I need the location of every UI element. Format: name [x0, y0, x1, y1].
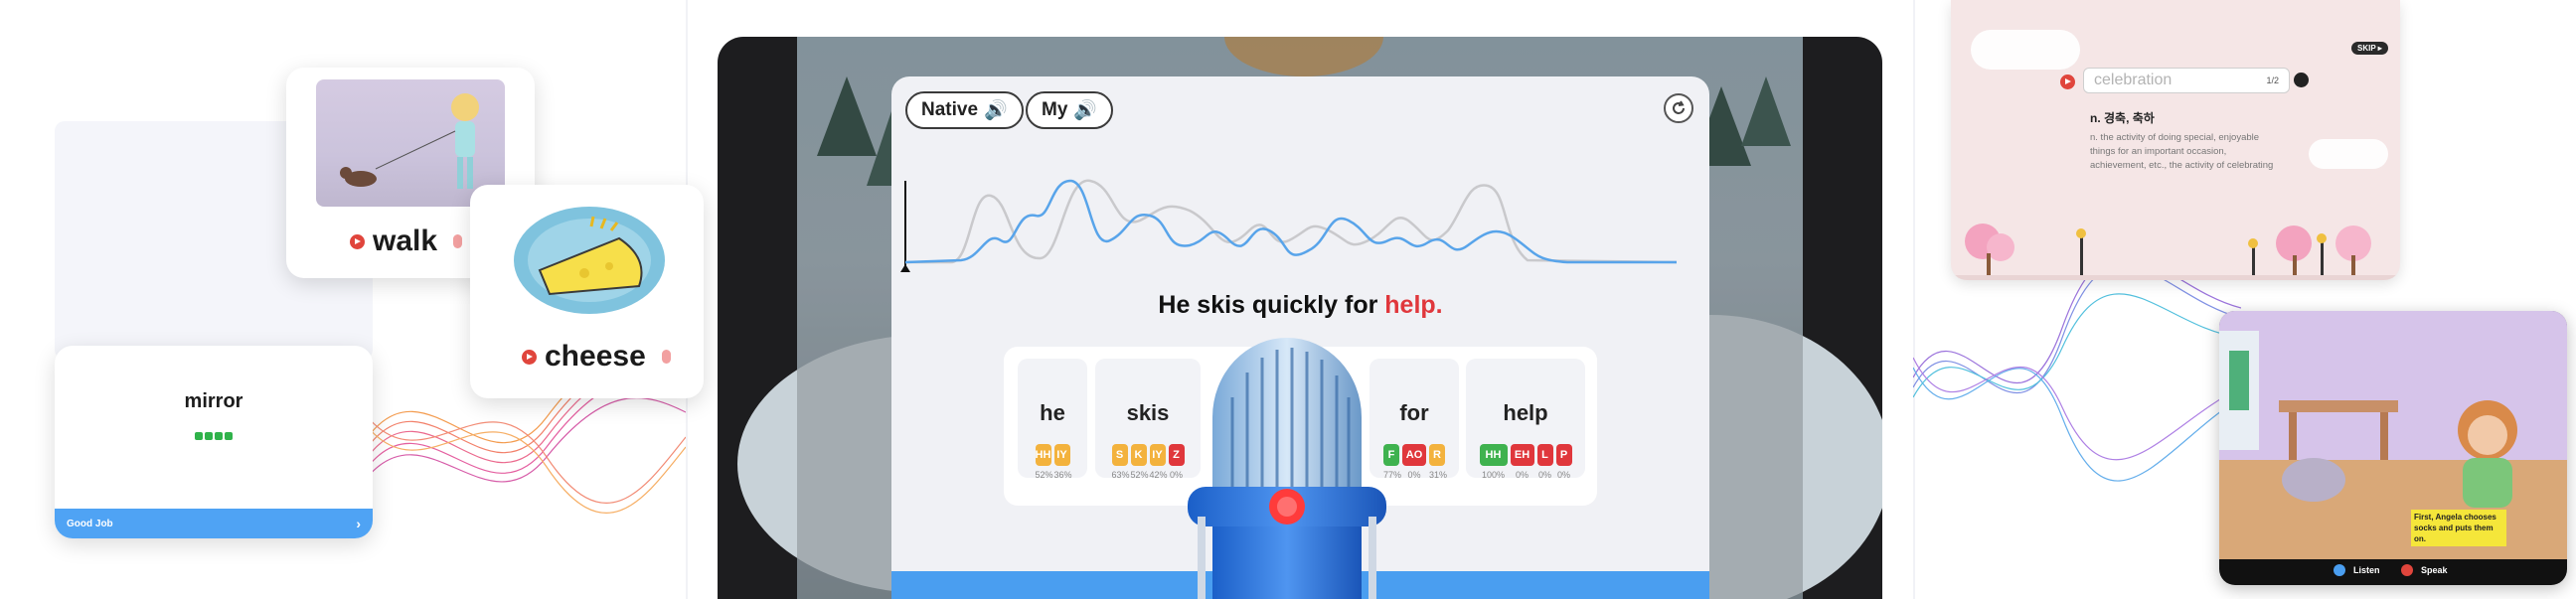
play-audio-icon[interactable]: [350, 233, 365, 249]
word-text: he: [1040, 400, 1065, 425]
phoneme-chip: IY 42%: [1149, 444, 1168, 480]
listen-button[interactable]: Listen: [2334, 564, 2380, 576]
phoneme-chip: S 63%: [1111, 444, 1130, 480]
reload-button[interactable]: [1664, 93, 1693, 123]
mic-icon[interactable]: [2294, 73, 2309, 87]
word-search-input[interactable]: celebration 1/2: [2083, 68, 2290, 93]
mirror-word: mirror: [184, 390, 243, 412]
cheese-image: [514, 207, 665, 314]
dictionary-card: SKIP ▸ celebration 1/2 n. 경축, 축하 n. the …: [1951, 0, 2400, 280]
practice-sentence: He skis quickly for help.: [891, 291, 1709, 320]
phoneme-chip: K 52%: [1130, 444, 1149, 480]
native-audio-button[interactable]: Native 🔊: [905, 91, 1024, 129]
my-audio-button[interactable]: My 🔊: [1026, 91, 1114, 129]
search-value: celebration: [2094, 72, 2173, 88]
listen-label: Listen: [2353, 565, 2380, 575]
play-audio-icon[interactable]: [522, 349, 537, 365]
good-job-bar[interactable]: Good Job ›: [55, 509, 373, 538]
story-reader-card: First, Angela chooses socks and puts the…: [2219, 311, 2567, 585]
phoneme-chip: HH 100%: [1479, 444, 1508, 480]
word-card-cheese[interactable]: cheese: [470, 185, 704, 398]
speak-button[interactable]: Speak: [2401, 564, 2448, 576]
word-walk-label: walk: [373, 225, 438, 257]
cheese-illustration: [510, 199, 669, 318]
word-card-help[interactable]: help HH 100% EH 0% L 0% P 0%: [1466, 359, 1585, 480]
sentence-highlight: help.: [1384, 291, 1443, 319]
word-cheese-label: cheese: [545, 340, 646, 373]
word-text: help: [1503, 400, 1548, 425]
my-label: My: [1042, 99, 1068, 120]
word-walk-row: walk: [350, 225, 463, 258]
cloud-shape: [1971, 30, 2080, 70]
phoneme-chip: R 31%: [1429, 444, 1447, 480]
sentence-text: He skis quickly for: [1158, 291, 1385, 319]
mic-icon[interactable]: [661, 350, 671, 364]
phoneme-chip: P 0%: [1555, 444, 1572, 480]
definition-text: n. the activity of doing special, enjoya…: [2090, 132, 2274, 171]
phoneme-chip: HH 52%: [1035, 444, 1053, 480]
microphone-icon: [1188, 338, 1386, 599]
phoneme-chip: L 0%: [1536, 444, 1553, 480]
result-count: 1/2: [2266, 75, 2279, 85]
refresh-icon: [1673, 100, 1685, 114]
word-card-he[interactable]: he HH 52% IY 36%: [1018, 359, 1087, 480]
speak-label: Speak: [2421, 565, 2448, 575]
mic-icon[interactable]: [453, 234, 463, 248]
speaker-icon: 🔊: [1073, 100, 1098, 121]
wave-decoration-right: [1913, 268, 2241, 482]
mirror-card[interactable]: mirror Good Job ›: [55, 346, 373, 538]
chevron-right-icon: ›: [356, 516, 361, 531]
word-cheese-row: cheese: [522, 340, 671, 374]
definition-title: n. 경축, 축하: [2090, 111, 2155, 125]
phoneme-chip: AO 0%: [1402, 444, 1426, 480]
story-caption: First, Angela chooses socks and puts the…: [2411, 510, 2506, 546]
speaker-icon: 🔊: [984, 100, 1008, 121]
play-audio-icon[interactable]: [2060, 75, 2075, 89]
phoneme-chip: EH 0%: [1510, 444, 1534, 480]
angela-choosing-socks-image: [2219, 311, 2567, 559]
mirror-phoneme-indicators: [55, 432, 373, 440]
story-illustration: First, Angela chooses socks and puts the…: [2219, 311, 2567, 559]
phoneme-chip: IY 36%: [1053, 444, 1072, 480]
native-label: Native: [921, 99, 979, 120]
cloud-shape: [2309, 139, 2388, 169]
trees-and-lamps: [1951, 224, 2400, 280]
play-icon: [2334, 564, 2345, 576]
skip-button[interactable]: SKIP ▸: [2351, 42, 2388, 55]
mic-icon: [2401, 564, 2413, 576]
phoneme-list: HH 100% EH 0% L 0% P 0%: [1466, 444, 1585, 480]
phoneme-list: HH 52% IY 36%: [1018, 444, 1087, 480]
good-job-label: Good Job: [67, 518, 113, 529]
waveform-comparison: [900, 179, 1678, 272]
